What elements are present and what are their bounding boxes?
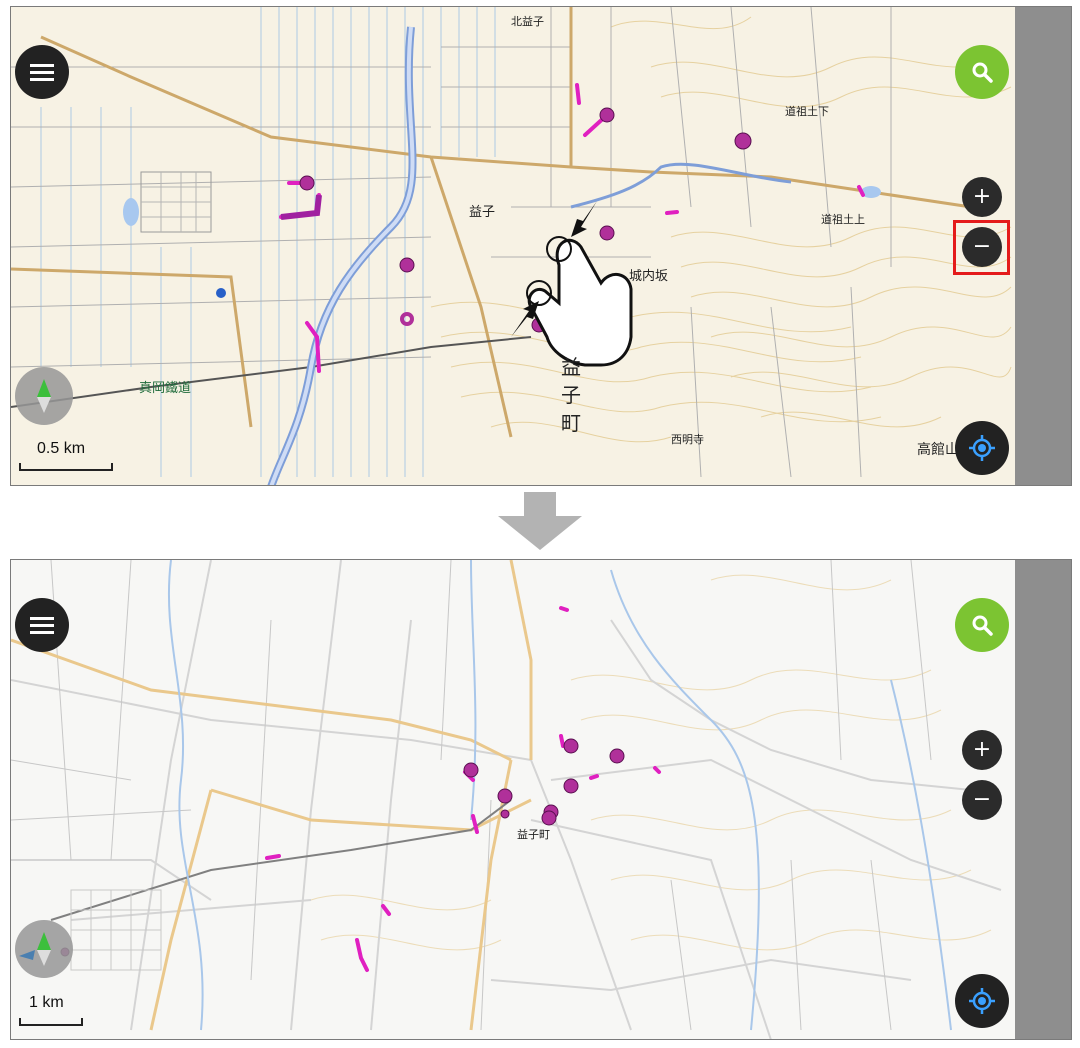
locate-icon — [969, 988, 995, 1014]
locate-icon — [969, 435, 995, 461]
menu-icon — [30, 64, 54, 81]
label-town-mashiko: 益子町 — [517, 828, 550, 841]
compass[interactable] — [15, 367, 73, 425]
label-jonaizaka: 城内坂 — [629, 269, 669, 284]
map-panel-before[interactable]: 益子 城内坂 真岡鐵道 高館山 道祖土下 道祖土上 北益子 西明寺 益 子 町 … — [10, 6, 1072, 486]
zoom-in-button[interactable]: + — [962, 177, 1002, 217]
town-char: 町 — [561, 411, 581, 435]
pinch-gesture-hand — [526, 236, 633, 367]
search-icon — [972, 615, 993, 636]
menu-button[interactable] — [15, 598, 69, 652]
locate-button[interactable] — [955, 974, 1009, 1028]
label-sainokami-kami: 道祖土上 — [821, 213, 865, 226]
label-sainokami-shimo: 道祖土下 — [785, 105, 829, 118]
map-canvas-before[interactable] — [11, 7, 1072, 486]
search-icon — [972, 62, 993, 83]
label-station: 益子 — [469, 205, 496, 220]
menu-button[interactable] — [15, 45, 69, 99]
scale-label: 0.5 km — [37, 440, 86, 457]
compass-icon — [19, 932, 51, 966]
map-canvas-after[interactable] — [11, 560, 1072, 1040]
scale-label: 1 km — [29, 994, 64, 1011]
town-label-vertical: 益 子 町 — [559, 353, 583, 437]
compass[interactable] — [15, 920, 73, 978]
scale-bar — [19, 1018, 83, 1026]
zoom-out-highlight — [953, 220, 1010, 275]
town-char: 益 — [561, 355, 581, 379]
poi-marker — [599, 107, 615, 123]
compass-icon — [37, 379, 51, 413]
label-railway: 真岡鐵道 — [139, 381, 192, 396]
map-panel-after[interactable]: 益子町 + − 1 km — [10, 559, 1072, 1040]
label-saimyoji: 西明寺 — [671, 433, 704, 446]
map-edge-bar — [1015, 7, 1071, 485]
label-takadateyama: 高館山 — [917, 442, 959, 458]
zoom-out-button[interactable]: − — [962, 780, 1002, 820]
locate-button[interactable] — [955, 421, 1009, 475]
menu-icon — [30, 617, 54, 634]
transition-arrow-icon — [498, 492, 582, 550]
label-kita-mashiko: 北益子 — [511, 15, 544, 28]
search-button[interactable] — [955, 598, 1009, 652]
search-button[interactable] — [955, 45, 1009, 99]
zoom-in-button[interactable]: + — [962, 730, 1002, 770]
town-char: 子 — [561, 383, 581, 407]
map-edge-bar — [1015, 560, 1071, 1039]
scale-bar — [19, 463, 113, 471]
